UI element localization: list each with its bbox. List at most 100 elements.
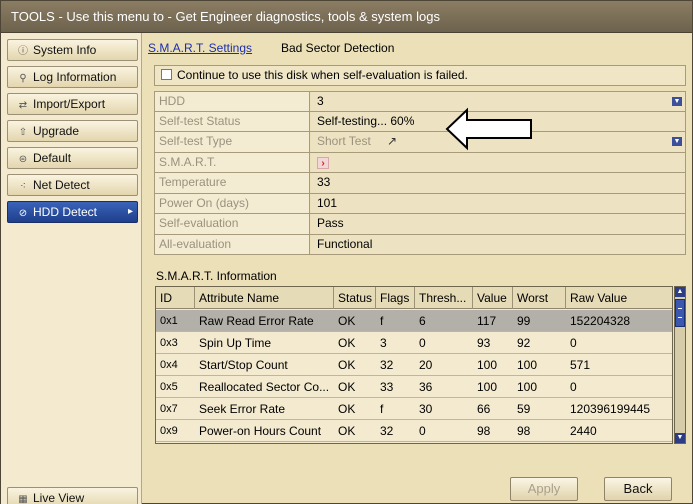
table-cell: 98 bbox=[517, 424, 531, 438]
column-header[interactable]: Flags bbox=[376, 287, 415, 309]
sidebar-item-label: HDD Detect bbox=[33, 205, 98, 219]
table-cell: OK bbox=[338, 336, 356, 350]
table-row[interactable]: 0x5 Reallocated Sector Co... OK 33 36 100 100 0 bbox=[156, 376, 672, 398]
sidebar-item-log-information[interactable]: ⚲ Log Information bbox=[7, 66, 138, 88]
table-row[interactable]: 0x1 Raw Read Error Rate OK f 6 117 99 152204328 bbox=[156, 310, 672, 332]
live-view-label: Live View bbox=[33, 491, 85, 504]
table-cell: Raw Read Error Rate bbox=[199, 314, 314, 328]
continue-checkbox-label: Continue to use this disk when self-eval… bbox=[177, 68, 468, 82]
table-cell: 33 bbox=[380, 380, 394, 394]
upgrade-icon: ⇧ bbox=[18, 127, 28, 138]
import-export-icon: ⇄ bbox=[18, 100, 28, 111]
table-scrollbar[interactable]: ▲ ▼ bbox=[674, 286, 686, 444]
tab-bad-sector-detection[interactable]: Bad Sector Detection bbox=[281, 41, 394, 55]
sidebar-item-hdd-detect[interactable]: ⊘ HDD Detect ▸ bbox=[7, 201, 138, 223]
table-cell: 6 bbox=[419, 314, 426, 328]
chevron-down-icon[interactable]: ▼ bbox=[672, 137, 682, 146]
network-icon: ⁖ bbox=[20, 181, 26, 192]
table-cell: 100 bbox=[477, 380, 498, 394]
hdd-label: HDD bbox=[155, 92, 310, 111]
table-cell: OK bbox=[338, 424, 356, 438]
table-cell: 66 bbox=[477, 402, 491, 416]
table-cell: 97 bbox=[415, 442, 473, 443]
table-cell: 100 bbox=[473, 442, 513, 443]
temperature-label: Temperature bbox=[155, 173, 310, 193]
self-evaluation-value: Pass bbox=[311, 214, 685, 234]
sidebar-item-net-detect[interactable]: ⁖ Net Detect bbox=[7, 174, 138, 196]
table-cell: 0 bbox=[570, 336, 577, 350]
table-row[interactable]: 0x9 Power-on Hours Count OK 32 0 98 98 2440 bbox=[156, 420, 672, 442]
default-icon: ⊜ bbox=[18, 154, 28, 165]
tab-smart-settings[interactable]: S.M.A.R.T. Settings bbox=[148, 41, 252, 55]
self-test-status-row: Self-test Status Self-testing... 60% bbox=[154, 111, 686, 132]
table-cell: 571 bbox=[570, 358, 591, 372]
table-cell: Power-on Hours Count bbox=[199, 424, 322, 438]
table-cell: 0 bbox=[570, 380, 577, 394]
column-header[interactable]: Thresh... bbox=[415, 287, 473, 309]
column-header[interactable]: Worst bbox=[513, 287, 566, 309]
table-row[interactable]: 0x3 Spin Up Time OK 3 0 93 92 0 bbox=[156, 332, 672, 354]
table-cell: 32 bbox=[380, 424, 394, 438]
column-header[interactable]: Raw Value bbox=[566, 287, 672, 309]
table-cell: Reallocated Sector Co... bbox=[199, 380, 330, 394]
table-cell: 0x7 bbox=[160, 403, 178, 415]
table-cell: Spin Up Time bbox=[199, 336, 272, 350]
column-header[interactable]: Status bbox=[334, 287, 376, 309]
sidebar-item-label: Import/Export bbox=[33, 97, 106, 111]
sidebar-item-upgrade[interactable]: ⇧ Upgrade bbox=[7, 120, 138, 142]
scrollbar-thumb[interactable] bbox=[675, 299, 685, 327]
self-evaluation-label: Self-evaluation bbox=[155, 214, 310, 234]
table-cell: 0xa bbox=[156, 442, 195, 443]
table-cell: 100 bbox=[513, 442, 566, 443]
chevron-down-icon[interactable]: ▼ bbox=[672, 97, 682, 106]
table-cell: 0x5 bbox=[160, 381, 178, 393]
power-on-label: Power On (days) bbox=[155, 193, 310, 213]
table-cell: OK bbox=[338, 314, 356, 328]
column-header[interactable]: ID bbox=[156, 287, 195, 309]
continue-checkbox[interactable] bbox=[161, 69, 172, 80]
all-evaluation-row: All-evaluation Functional bbox=[154, 234, 686, 255]
table-cell: 20 bbox=[419, 358, 433, 372]
smart-info-table: ID Attribute Name Status Flags Thresh...… bbox=[155, 286, 673, 444]
table-cell: 98 bbox=[477, 424, 491, 438]
table-cell: 2440 bbox=[570, 424, 597, 438]
sidebar: ⓘ System Info ⚲ Log Information ⇄ Import/Ex… bbox=[1, 33, 142, 504]
column-header[interactable]: Attribute Name bbox=[195, 287, 334, 309]
smart-settings-form: HDD 3 ▼ Self-test Status Self-testing...… bbox=[154, 91, 686, 255]
smart-action: › bbox=[311, 152, 685, 172]
sidebar-item-label: System Info bbox=[33, 43, 97, 57]
self-test-type-label: Self-test Type bbox=[155, 132, 310, 152]
self-test-type-row: Self-test Type Short Test ↗ ▼ bbox=[154, 132, 686, 153]
table-cell: Spin Up Retry Count bbox=[195, 442, 334, 443]
live-view-icon: ▦ bbox=[18, 494, 28, 504]
scroll-down-icon[interactable]: ▼ bbox=[675, 433, 685, 443]
column-header[interactable]: Value bbox=[473, 287, 513, 309]
sidebar-item-system-info[interactable]: ⓘ System Info bbox=[7, 39, 138, 61]
all-evaluation-label: All-evaluation bbox=[155, 234, 310, 254]
back-button[interactable]: Back bbox=[604, 477, 672, 501]
scroll-up-icon[interactable]: ▲ bbox=[675, 287, 685, 297]
left-arrow-icon bbox=[445, 107, 532, 151]
table-cell: 100 bbox=[477, 358, 498, 372]
sidebar-item-default[interactable]: ⊜ Default bbox=[7, 147, 138, 169]
sidebar-item-label: Upgrade bbox=[33, 124, 80, 138]
table-cell: 92 bbox=[517, 336, 531, 350]
table-cell: 152204328 bbox=[570, 314, 631, 328]
table-row[interactable]: 0x4 Start/Stop Count OK 32 20 100 100 571 bbox=[156, 354, 672, 376]
hdd-detect-icon: ⊘ bbox=[18, 208, 28, 219]
live-view-button[interactable]: ▦ Live View bbox=[7, 487, 138, 504]
sidebar-item-import-export[interactable]: ⇄ Import/Export bbox=[7, 93, 138, 115]
window-title: TOOLS - Use this menu to - Get Engineer … bbox=[1, 1, 692, 33]
temperature-value: 33 bbox=[311, 173, 685, 193]
apply-button[interactable]: Apply bbox=[510, 477, 578, 501]
table-cell: Seek Error Rate bbox=[199, 402, 286, 416]
table-cell: 99 bbox=[517, 314, 531, 328]
table-cell: 0 bbox=[419, 424, 426, 438]
table-row[interactable]: 0xaSpin Up Retry CountOK13971001000 bbox=[156, 442, 672, 443]
continue-option-row: Continue to use this disk when self-eval… bbox=[154, 65, 686, 86]
table-row[interactable]: 0x7 Seek Error Rate OK f 30 66 59 120396199445 bbox=[156, 398, 672, 420]
table-cell: 13 bbox=[376, 442, 415, 443]
table-cell: 3 bbox=[380, 336, 387, 350]
table-cell: 0 bbox=[566, 442, 672, 443]
chevron-right-icon[interactable]: › bbox=[317, 156, 329, 169]
